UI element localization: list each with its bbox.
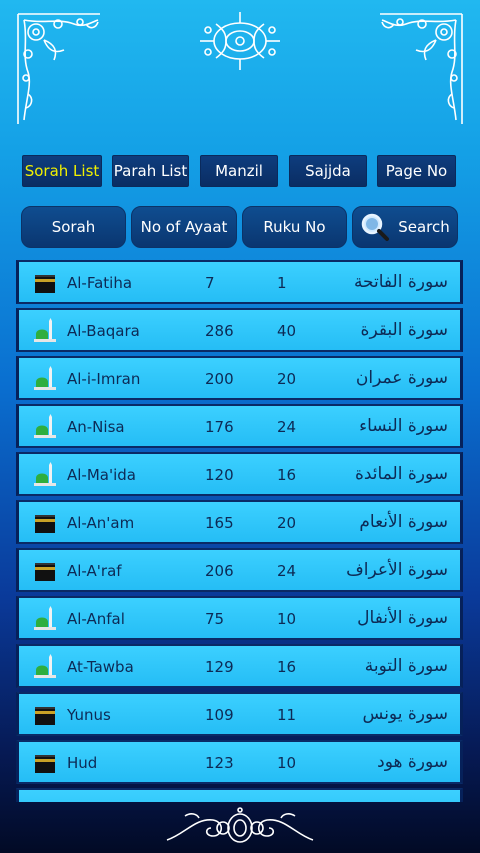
surah-arabic-name: سورة النساء	[359, 416, 448, 436]
sort-by-ayaat-label: No of Ayaat	[140, 218, 228, 236]
corner-ornament-right-icon	[380, 13, 463, 124]
surah-ruku-count: 24	[277, 562, 297, 580]
surah-row[interactable]: Al-Ma'ida 120 16 سورة المائدة	[16, 452, 463, 496]
surah-row[interactable]: Al-A'raf 206 24 سورة الأعراف	[16, 548, 463, 592]
surah-row[interactable]: Hud 123 10 سورة هود	[16, 740, 463, 784]
surah-ruku-count: 1	[277, 274, 287, 292]
surah-row[interactable]: Al-Anfal 75 10 سورة الأنفال	[16, 596, 463, 640]
sort-by-sorah-label: Sorah	[51, 218, 96, 236]
mosque-icon	[34, 318, 56, 342]
surah-ruku-count: 16	[277, 466, 297, 484]
surah-row-partial[interactable]	[16, 788, 463, 802]
tab-page-no[interactable]: Page No	[377, 155, 456, 187]
kaaba-icon	[35, 275, 55, 293]
surah-english-name: Al-An'am	[67, 514, 135, 532]
surah-arabic-name: سورة البقرة	[360, 320, 448, 340]
surah-list[interactable]: Al-Fatiha 7 1 سورة الفاتحة Al-Baqara 286 40 سور…	[16, 260, 463, 802]
surah-ruku-count: 10	[277, 610, 297, 628]
surah-ruku-count: 10	[277, 754, 297, 772]
mosque-icon	[34, 414, 56, 438]
surah-arabic-name: سورة الفاتحة	[353, 272, 448, 292]
search-icon	[361, 213, 390, 241]
surah-english-name: Yunus	[67, 706, 111, 724]
sort-bar: Sorah No of Ayaat Ruku No Search	[20, 206, 460, 248]
mosque-icon	[34, 366, 56, 390]
surah-ayat-count: 200	[205, 370, 234, 388]
list-type-tabs: Sorah List Parah List Manzil Sajjda Page…	[22, 155, 458, 187]
surah-row[interactable]: Al-Baqara 286 40 سورة البقرة	[16, 308, 463, 352]
bottom-ornament-icon	[166, 807, 314, 843]
sort-by-sorah-button[interactable]: Sorah	[21, 206, 126, 248]
sort-by-ayaat-button[interactable]: No of Ayaat	[131, 206, 237, 248]
surah-arabic-name: سورة عمران	[355, 368, 448, 388]
surah-ayat-count: 75	[205, 610, 225, 628]
kaaba-icon	[35, 707, 55, 725]
surah-english-name: At-Tawba	[67, 658, 134, 676]
center-ornament-icon	[200, 12, 280, 70]
surah-ruku-count: 16	[277, 658, 297, 676]
surah-ayat-count: 123	[205, 754, 234, 772]
surah-english-name: Al-Baqara	[67, 322, 140, 340]
surah-ruku-count: 11	[277, 706, 297, 724]
kaaba-icon	[35, 515, 55, 533]
surah-arabic-name: سورة المائدة	[354, 464, 448, 484]
surah-row[interactable]: An-Nisa 176 24 سورة النساء	[16, 404, 463, 448]
corner-ornament-left-icon	[17, 13, 100, 124]
surah-english-name: Al-Anfal	[67, 610, 125, 628]
tab-manzil[interactable]: Manzil	[200, 155, 278, 187]
surah-ruku-count: 20	[277, 514, 297, 532]
surah-row[interactable]: Al-i-Imran 200 20 سورة عمران	[16, 356, 463, 400]
surah-arabic-name: سورة الأنفال	[357, 608, 448, 628]
search-label: Search	[398, 218, 450, 236]
sort-by-ruku-button[interactable]: Ruku No	[242, 206, 347, 248]
surah-ayat-count: 165	[205, 514, 234, 532]
surah-arabic-name: سورة يونس	[362, 704, 448, 724]
surah-english-name: An-Nisa	[67, 418, 125, 436]
surah-arabic-name: سورة الأنعام	[359, 512, 448, 532]
tab-sajjda[interactable]: Sajjda	[289, 155, 367, 187]
surah-english-name: Hud	[67, 754, 98, 772]
surah-ayat-count: 206	[205, 562, 234, 580]
surah-ayat-count: 7	[205, 274, 215, 292]
mosque-icon	[34, 462, 56, 486]
surah-ayat-count: 176	[205, 418, 234, 436]
search-button[interactable]: Search	[352, 206, 458, 248]
surah-english-name: Al-Ma'ida	[67, 466, 136, 484]
mosque-icon	[34, 654, 56, 678]
surah-arabic-name: سورة هود	[377, 752, 448, 772]
surah-row[interactable]: Yunus 109 11 سورة يونس	[16, 692, 463, 736]
surah-row[interactable]: Al-An'am 165 20 سورة الأنعام	[16, 500, 463, 544]
surah-ayat-count: 120	[205, 466, 234, 484]
kaaba-icon	[35, 563, 55, 581]
surah-ruku-count: 20	[277, 370, 297, 388]
surah-ayat-count: 109	[205, 706, 234, 724]
surah-row[interactable]: At-Tawba 129 16 سورة التوبة	[16, 644, 463, 688]
mosque-icon	[34, 606, 56, 630]
surah-ayat-count: 286	[205, 322, 234, 340]
tab-sorah-list[interactable]: Sorah List	[22, 155, 102, 187]
surah-arabic-name: سورة الأعراف	[346, 560, 448, 580]
surah-ayat-count: 129	[205, 658, 234, 676]
surah-row[interactable]: Al-Fatiha 7 1 سورة الفاتحة	[16, 260, 463, 304]
surah-ruku-count: 40	[277, 322, 297, 340]
sort-by-ruku-label: Ruku No	[263, 218, 326, 236]
surah-english-name: Al-i-Imran	[67, 370, 141, 388]
surah-english-name: Al-Fatiha	[67, 274, 133, 292]
surah-ruku-count: 24	[277, 418, 297, 436]
surah-arabic-name: سورة التوبة	[364, 656, 448, 676]
kaaba-icon	[35, 755, 55, 773]
tab-parah-list[interactable]: Parah List	[112, 155, 189, 187]
surah-english-name: Al-A'raf	[67, 562, 122, 580]
